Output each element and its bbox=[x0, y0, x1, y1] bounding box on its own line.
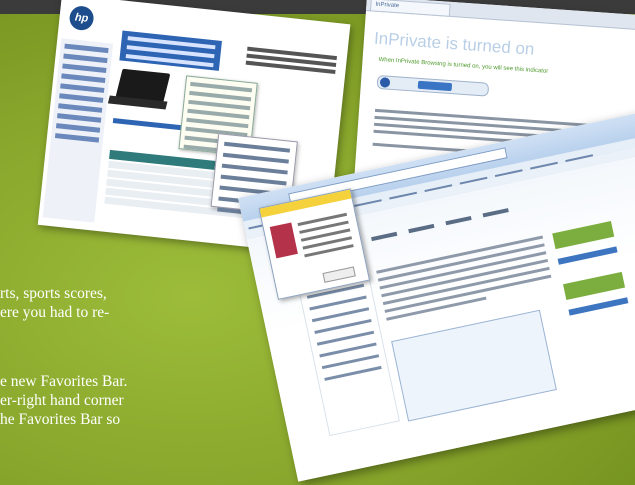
book-cover-image bbox=[269, 222, 298, 259]
body-text-line-5: he Favorites Bar so bbox=[0, 411, 121, 428]
web-slice-preview-popup bbox=[258, 188, 371, 300]
body-text-line-4: er-right hand corner bbox=[0, 392, 124, 409]
back-icon bbox=[379, 77, 391, 88]
inprivate-subtitle: When InPrivate Browsing is turned on, yo… bbox=[378, 56, 549, 75]
hp-right-links bbox=[245, 44, 338, 74]
inprivate-title: InPrivate is turned on bbox=[373, 28, 536, 59]
inprivate-tab: InPrivate bbox=[369, 0, 451, 17]
body-text-line-1: rts, sports scores, bbox=[0, 285, 107, 302]
inprivate-badge bbox=[417, 80, 453, 92]
hp-product-banner bbox=[119, 30, 222, 71]
hp-logo: hp bbox=[68, 4, 95, 32]
body-text-line-3: e new Favorites Bar. bbox=[0, 373, 128, 390]
body-text-line-2: ere you had to re- bbox=[0, 304, 110, 321]
laptop-image bbox=[115, 68, 171, 104]
popup-button bbox=[322, 266, 356, 283]
inprivate-indicator bbox=[376, 74, 490, 97]
